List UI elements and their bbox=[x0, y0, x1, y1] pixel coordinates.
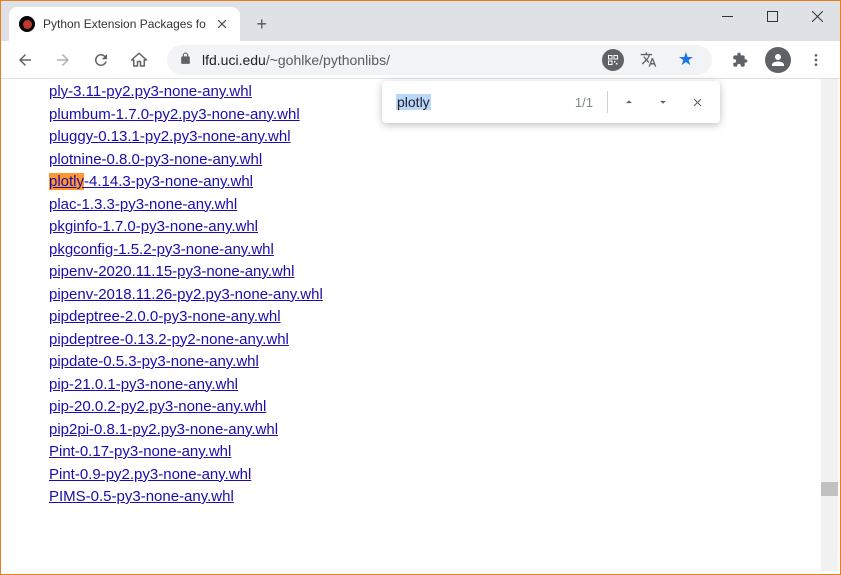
package-link[interactable]: pkginfo-1.7.0-py3-none-any.whl bbox=[49, 218, 258, 235]
list-item: pkginfo-1.7.0-py3-none-any.whl bbox=[49, 218, 840, 235]
maximize-button[interactable] bbox=[750, 1, 795, 31]
list-item: pluggy-0.13.1-py2.py3-none-any.whl bbox=[49, 128, 840, 145]
address-bar[interactable]: lfd.uci.edu/~gohlke/pythonlibs/ ★ bbox=[167, 45, 712, 75]
url-text: lfd.uci.edu/~gohlke/pythonlibs/ bbox=[202, 52, 592, 68]
tab-close-icon[interactable] bbox=[214, 16, 230, 32]
find-in-page-bar: plotly 1/1 bbox=[382, 81, 720, 123]
new-tab-button[interactable]: + bbox=[248, 10, 276, 38]
list-item: pipenv-2018.11.26-py2.py3-none-any.whl bbox=[49, 286, 840, 303]
package-link[interactable]: pipenv-2018.11.26-py2.py3-none-any.whl bbox=[49, 286, 323, 303]
find-close-button[interactable] bbox=[680, 85, 714, 119]
minimize-button[interactable] bbox=[705, 1, 750, 31]
list-item: PIMS-0.5-py3-none-any.whl bbox=[49, 488, 840, 505]
list-item: plotnine-0.8.0-py3-none-any.whl bbox=[49, 151, 840, 168]
list-item: pkgconfig-1.5.2-py3-none-any.whl bbox=[49, 241, 840, 258]
list-item: plac-1.3.3-py3-none-any.whl bbox=[49, 196, 840, 213]
package-link[interactable]: plotly-4.14.3-py3-none-any.whl bbox=[49, 173, 253, 190]
package-link[interactable]: pipenv-2020.11.15-py3-none-any.whl bbox=[49, 263, 294, 280]
package-link[interactable]: plotnine-0.8.0-py3-none-any.whl bbox=[49, 151, 262, 168]
back-button[interactable] bbox=[9, 44, 41, 76]
lock-icon bbox=[179, 52, 192, 68]
find-query-text: plotly bbox=[396, 94, 431, 110]
package-link[interactable]: PIMS-0.5-py3-none-any.whl bbox=[49, 488, 234, 505]
package-link[interactable]: pip2pi-0.8.1-py2.py3-none-any.whl bbox=[49, 421, 278, 438]
menu-icon[interactable] bbox=[800, 44, 832, 76]
titlebar: Python Extension Packages fo + bbox=[1, 1, 840, 41]
extensions-icon[interactable] bbox=[724, 44, 756, 76]
list-item: pip-21.0.1-py3-none-any.whl bbox=[49, 376, 840, 393]
scrollbar-thumb[interactable] bbox=[821, 482, 838, 496]
search-highlight: plotly bbox=[49, 173, 84, 190]
package-link-list: ply-3.11-py2.py3-none-any.whl plumbum-1.7… bbox=[49, 83, 840, 505]
package-link[interactable]: pipdeptree-0.13.2-py2-none-any.whl bbox=[49, 331, 289, 348]
translate-icon[interactable] bbox=[634, 46, 662, 74]
tab-title: Python Extension Packages fo bbox=[43, 17, 206, 31]
find-prev-button[interactable] bbox=[612, 85, 646, 119]
package-link[interactable]: pipdeptree-2.0.0-py3-none-any.whl bbox=[49, 308, 281, 325]
package-link[interactable]: pipdate-0.5.3-py3-none-any.whl bbox=[49, 353, 259, 370]
find-match-count: 1/1 bbox=[575, 95, 593, 110]
package-link[interactable]: Pint-0.17-py3-none-any.whl bbox=[49, 443, 231, 460]
browser-tab[interactable]: Python Extension Packages fo bbox=[9, 7, 240, 41]
window-controls bbox=[705, 1, 840, 31]
list-item: pipdeptree-2.0.0-py3-none-any.whl bbox=[49, 308, 840, 325]
package-link[interactable]: pkgconfig-1.5.2-py3-none-any.whl bbox=[49, 241, 274, 258]
forward-button[interactable] bbox=[47, 44, 79, 76]
list-item: pipdate-0.5.3-py3-none-any.whl bbox=[49, 353, 840, 370]
package-link[interactable]: pip-20.0.2-py2.py3-none-any.whl bbox=[49, 398, 266, 415]
package-link[interactable]: plac-1.3.3-py3-none-any.whl bbox=[49, 196, 237, 213]
list-item: pip2pi-0.8.1-py2.py3-none-any.whl bbox=[49, 421, 840, 438]
find-next-button[interactable] bbox=[646, 85, 680, 119]
package-link[interactable]: ply-3.11-py2.py3-none-any.whl bbox=[49, 83, 252, 100]
list-item: plotly-4.14.3-py3-none-any.whl bbox=[49, 173, 840, 190]
package-link[interactable]: Pint-0.9-py2.py3-none-any.whl bbox=[49, 466, 251, 483]
list-item: Pint-0.17-py3-none-any.whl bbox=[49, 443, 840, 460]
bookmark-star-icon[interactable]: ★ bbox=[672, 46, 700, 74]
list-item: pip-20.0.2-py2.py3-none-any.whl bbox=[49, 398, 840, 415]
list-item: pipdeptree-0.13.2-py2-none-any.whl bbox=[49, 331, 840, 348]
close-window-button[interactable] bbox=[795, 1, 840, 31]
find-divider bbox=[607, 91, 608, 113]
package-link[interactable]: pluggy-0.13.1-py2.py3-none-any.whl bbox=[49, 128, 291, 145]
page-content: ply-3.11-py2.py3-none-any.whl plumbum-1.7… bbox=[1, 79, 840, 574]
list-item: Pint-0.9-py2.py3-none-any.whl bbox=[49, 466, 840, 483]
qr-icon[interactable] bbox=[602, 49, 624, 71]
find-input[interactable]: plotly bbox=[396, 94, 565, 110]
package-link[interactable]: pip-21.0.1-py3-none-any.whl bbox=[49, 376, 238, 393]
reload-button[interactable] bbox=[85, 44, 117, 76]
list-item: pipenv-2020.11.15-py3-none-any.whl bbox=[49, 263, 840, 280]
profile-avatar[interactable] bbox=[762, 44, 794, 76]
scrollbar-track[interactable] bbox=[821, 79, 838, 571]
package-link[interactable]: plumbum-1.7.0-py2.py3-none-any.whl bbox=[49, 106, 300, 123]
home-button[interactable] bbox=[123, 44, 155, 76]
tab-favicon bbox=[19, 16, 35, 32]
browser-toolbar: lfd.uci.edu/~gohlke/pythonlibs/ ★ bbox=[1, 41, 840, 79]
